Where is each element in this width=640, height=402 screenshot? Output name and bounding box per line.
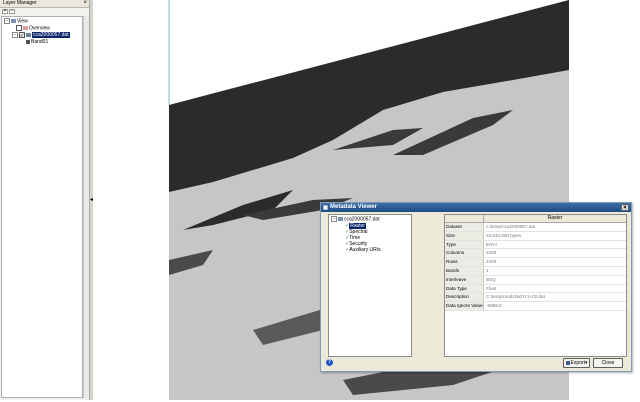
metadata-tree-root[interactable]: − cca2000057.dat: [331, 216, 380, 222]
help-icon[interactable]: ?: [326, 359, 333, 366]
metadata-viewer-title: Metadata Viewer: [330, 204, 377, 210]
property-key: Data Type: [445, 284, 484, 293]
layer-manager-title-bar: Layer Manager ×: [0, 0, 89, 8]
metadata-viewer-dialog: Metadata Viewer × − cca2000057.dat ✓Raste…: [320, 202, 632, 372]
raster-layer-icon: [26, 33, 31, 37]
table-row[interactable]: Description C:\temp\mod10a2\Y1+02.dat: [445, 293, 626, 303]
tree-node-view[interactable]: − View: [4, 18, 28, 24]
property-key: Dataset: [445, 223, 484, 231]
layer-tree: − View Overview − ✓ cca2000057.dat Band01: [1, 16, 83, 398]
layer-manager-close-icon[interactable]: ×: [83, 0, 87, 7]
table-row[interactable]: Rows 2400: [445, 258, 626, 267]
collapse-all-button[interactable]: −: [9, 9, 15, 14]
table-row[interactable]: Columns 2400: [445, 249, 626, 259]
property-key: Description: [445, 293, 484, 302]
property-value: -9999.0: [486, 303, 502, 309]
property-value: BSQ: [486, 276, 496, 282]
metadata-category-tree: − cca2000057.dat ✓Raster ✓Spectral ✓Time …: [328, 214, 412, 357]
chevron-down-icon: ▾: [584, 360, 588, 366]
property-value: C:\temp\mod10a2\Y1+02.dat: [486, 294, 545, 300]
property-key: Data Ignore Value: [445, 302, 484, 310]
export-button-label: Export: [570, 360, 585, 366]
metadata-viewer-app-icon: [323, 205, 328, 210]
table-row[interactable]: Data Type Float: [445, 284, 626, 294]
close-button[interactable]: Close: [593, 358, 623, 368]
collapse-icon[interactable]: −: [12, 32, 18, 38]
property-key: Size: [445, 231, 484, 240]
table-row[interactable]: Data Ignore Value -9999.0: [445, 302, 626, 311]
overview-checkbox[interactable]: [16, 25, 22, 31]
metadata-tree-item[interactable]: ✓Auxiliary URIs: [345, 247, 381, 253]
property-value: 23,040,000 bytes: [486, 232, 522, 238]
save-icon: [565, 360, 570, 365]
tree-node-band[interactable]: Band01: [26, 39, 48, 45]
property-grid-header: Raster: [445, 215, 626, 223]
property-value: c:\temp\cca2000057.dat: [486, 224, 536, 229]
metadata-property-grid: Raster Dataset c:\temp\cca2000057.dat Siz…: [444, 214, 627, 357]
band-icon: [26, 39, 30, 44]
property-key: Type: [445, 240, 484, 249]
property-value: Float: [486, 285, 497, 291]
metadata-viewer-title-bar[interactable]: Metadata Viewer ×: [321, 203, 631, 212]
file-icon: [338, 217, 343, 221]
property-value: 2400: [486, 259, 497, 265]
property-key: Interleave: [445, 275, 484, 284]
tree-node-overview[interactable]: Overview: [16, 25, 50, 31]
table-row[interactable]: Size 23,040,000 bytes: [445, 231, 626, 241]
table-row[interactable]: Type ENVI: [445, 240, 626, 250]
property-value: 2400: [486, 250, 497, 256]
export-button[interactable]: Export▾: [563, 358, 590, 368]
layer-checkbox[interactable]: ✓: [19, 32, 25, 39]
table-row[interactable]: Dataset c:\temp\cca2000057.dat: [445, 223, 626, 232]
table-row[interactable]: Bands 1: [445, 266, 626, 276]
layer-manager-panel: Layer Manager × + − − View Overview − ✓ cca…: [0, 0, 90, 400]
property-key: Rows: [445, 258, 484, 266]
collapse-icon[interactable]: −: [4, 18, 10, 24]
view-icon: [11, 19, 16, 23]
tree-node-raster-layer[interactable]: − ✓ cca2000057.dat: [12, 32, 70, 39]
table-row[interactable]: Interleave BSQ: [445, 275, 626, 285]
close-icon[interactable]: ×: [621, 204, 629, 211]
layer-manager-title: Layer Manager: [3, 0, 37, 6]
property-key: Columns: [445, 249, 484, 258]
overview-icon: [23, 26, 28, 30]
property-value: 1: [486, 267, 489, 273]
collapse-icon[interactable]: −: [331, 216, 337, 222]
layer-tree-scrollbar[interactable]: [83, 16, 89, 398]
property-grid-header-label: Raster: [547, 215, 563, 221]
expand-all-button[interactable]: +: [2, 9, 8, 14]
property-value: ENVI: [486, 241, 497, 247]
property-key: Bands: [445, 266, 484, 275]
